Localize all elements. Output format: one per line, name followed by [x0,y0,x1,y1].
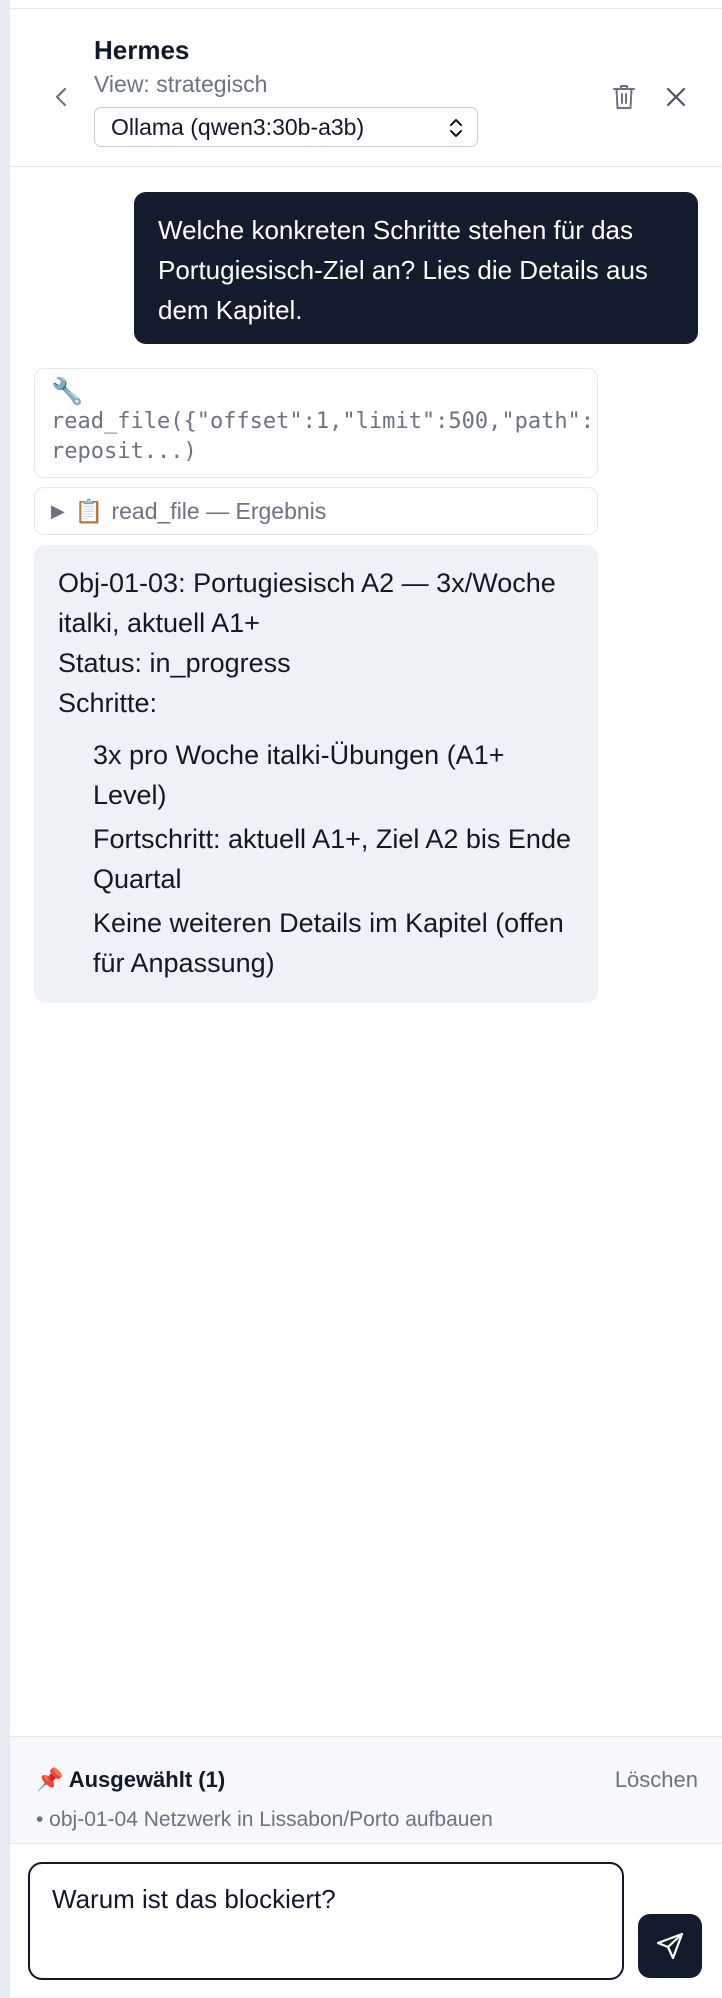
left-panel-edge [0,0,10,1998]
send-icon [656,1932,684,1960]
tool-call-code-line2: reposit...) [51,439,197,464]
selected-item[interactable]: • obj-01-04 Netzwerk in Lissabon/Porto a… [36,1808,493,1832]
step-item: 3x pro Woche italki-Übungen (A1+ Level) [93,740,505,810]
assistant-status: Status: in_progress [58,648,291,678]
clipboard-icon: 📋 [74,497,104,524]
steps-list: 3x pro Woche italki-Übungen (A1+ Level) … [58,735,574,983]
assistant-objective: Obj-01-03: Portugiesisch A2 — 3x/Woche i… [58,568,556,638]
step-item: Keine weiteren Details im Kapitel (offen… [93,908,564,978]
chat-header: Hermes View: strategisch Ollama (qwen3:3… [10,9,722,167]
back-button[interactable] [43,69,79,125]
chevron-up-down-icon [450,119,462,137]
selection-title: 📌 Ausgewählt (1) [36,1767,225,1793]
tool-result-toggle[interactable]: ▶ 📋 read_file — Ergebnis [34,487,598,535]
chat-title: Hermes [94,35,190,65]
clear-selection-button[interactable]: Löschen [615,1767,698,1793]
chat-panel: Hermes View: strategisch Ollama (qwen3:3… [10,0,722,1998]
pin-icon: 📌 [36,1767,64,1792]
wrench-icon: 🔧 [51,376,84,406]
close-button[interactable] [658,79,694,115]
message-input[interactable]: Warum ist das blockiert? [28,1862,624,1980]
tool-result-label: read_file — Ergebnis [111,497,327,524]
assistant-message: Obj-01-03: Portugiesisch A2 — 3x/Woche i… [34,545,598,1003]
model-select-value: Ollama (qwen3:30b-a3b) [111,113,365,140]
tool-call-code-line1: read_file({"offset":1,"limit":500,"path"… [51,409,597,434]
view-label: View: strategisch [94,71,268,97]
delete-chat-button[interactable] [608,79,640,115]
selection-panel: 📌 Ausgewählt (1) Löschen • obj-01-04 Net… [10,1736,722,1844]
model-select[interactable]: Ollama (qwen3:30b-a3b) [94,107,478,147]
tool-call-block: 🔧 read_file({"offset":1,"limit":500,"pat… [34,368,598,478]
user-message: Welche konkreten Schritte stehen für das… [134,192,698,344]
trash-icon [613,85,635,109]
send-button[interactable] [638,1914,702,1978]
chevron-left-icon [55,87,67,107]
close-icon [666,87,686,107]
step-item: Fortschritt: aktuell A1+, Ziel A2 bis En… [93,824,571,894]
assistant-steps-heading: Schritte: [58,688,158,718]
expand-triangle-icon: ▶ [51,500,65,521]
selection-title-text: Ausgewählt (1) [68,1767,226,1792]
